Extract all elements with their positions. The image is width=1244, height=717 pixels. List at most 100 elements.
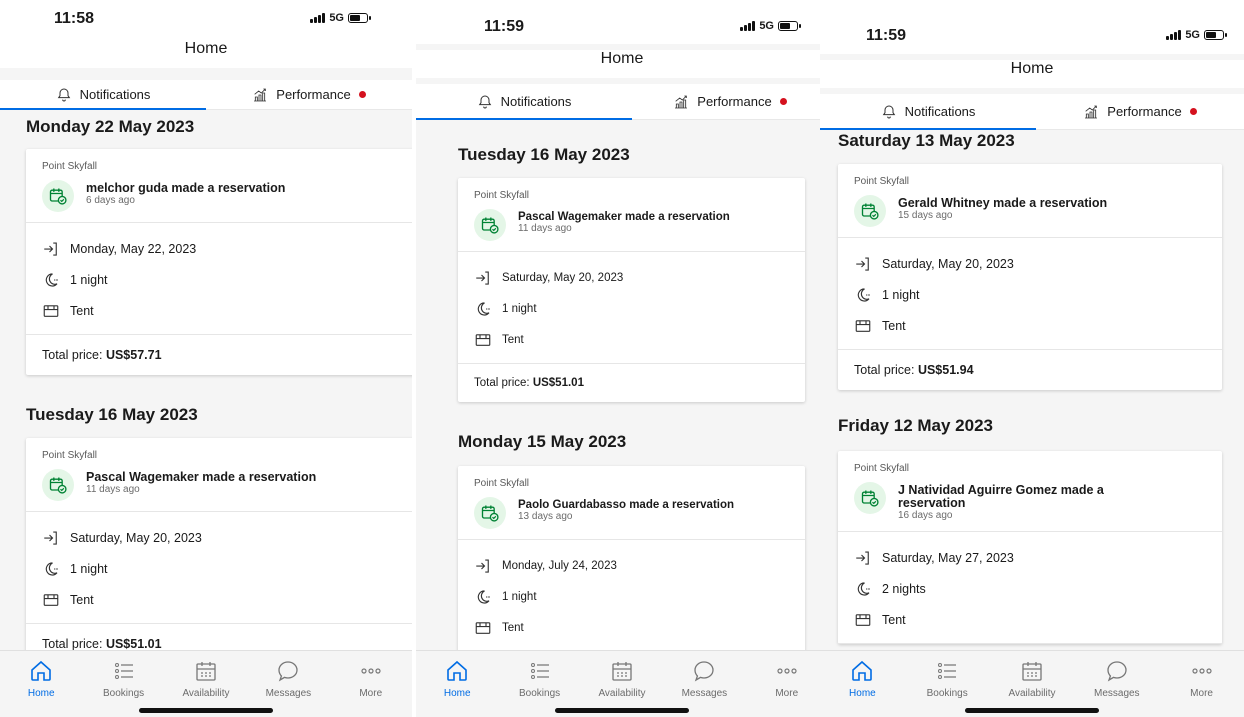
room-type: Tent bbox=[70, 303, 94, 318]
status-time: 11:59 bbox=[484, 18, 525, 35]
network-label: 5G bbox=[329, 12, 344, 24]
check-in-date: Saturday, May 20, 2023 bbox=[502, 271, 624, 284]
date-heading: Friday 12 May 2023 bbox=[838, 416, 993, 435]
reservation-time-ago: 13 days ago bbox=[518, 511, 573, 523]
home-indicator[interactable] bbox=[965, 708, 1099, 713]
tab-performance[interactable]: Performance bbox=[206, 80, 412, 109]
home-indicator[interactable] bbox=[555, 708, 689, 713]
page-title: Home bbox=[416, 50, 828, 78]
nav-bookings[interactable]: Bookings bbox=[912, 659, 982, 699]
nav-availability[interactable]: Availability bbox=[587, 659, 657, 699]
reservation-time-ago: 16 days ago bbox=[898, 510, 953, 522]
night-icon bbox=[854, 286, 872, 304]
reservation-title: melchor guda made a reservation bbox=[86, 181, 286, 195]
property-name: Point Skyfall bbox=[854, 463, 910, 474]
reservation-title: Pascal Wagemaker made a reservation bbox=[86, 470, 317, 484]
nav-label: Messages bbox=[681, 688, 728, 699]
check-in-date: Saturday, May 20, 2023 bbox=[882, 256, 1014, 271]
nav-label: More bbox=[775, 688, 799, 699]
tab-notifications[interactable]: Notifications bbox=[416, 84, 632, 120]
check-in-icon bbox=[474, 557, 492, 575]
notifications-feed[interactable]: Saturday 13 May 2023 Point Skyfall Geral… bbox=[820, 131, 1244, 650]
nav-more[interactable]: More bbox=[752, 659, 822, 699]
total-price-label: Total price: bbox=[854, 363, 915, 377]
reservation-icon bbox=[854, 195, 886, 227]
nav-home[interactable]: Home bbox=[827, 659, 897, 699]
page-title: Home bbox=[0, 40, 412, 68]
network-label: 5G bbox=[1185, 29, 1200, 41]
home-icon bbox=[445, 659, 469, 683]
room-type: Tent bbox=[502, 333, 524, 346]
total-price: Total price: US$51.01 bbox=[458, 364, 805, 402]
list-icon bbox=[935, 659, 959, 683]
nav-label: Bookings bbox=[103, 688, 145, 699]
reservation-title: J Natividad Aguirre Gomez made a reserva… bbox=[898, 483, 1104, 511]
room-type: Tent bbox=[882, 612, 906, 627]
check-in-date: Saturday, May 20, 2023 bbox=[70, 530, 202, 545]
tab-notifications[interactable]: Notifications bbox=[820, 94, 1036, 130]
signal-icon bbox=[1166, 30, 1182, 40]
tab-notifications[interactable]: Notifications bbox=[0, 80, 206, 110]
nav-label: Messages bbox=[1093, 688, 1140, 699]
property-name: Point Skyfall bbox=[42, 450, 98, 461]
nav-label: Home bbox=[27, 688, 55, 699]
nav-label: Bookings bbox=[926, 688, 968, 699]
list-icon bbox=[528, 659, 552, 683]
page-title: Home bbox=[820, 60, 1244, 88]
performance-chart-icon bbox=[252, 87, 268, 103]
nav-label: Home bbox=[443, 688, 471, 699]
status-bar: 11:58 5G bbox=[0, 0, 412, 40]
phone-screen-2: 11:59 5G Home Notifications Performance … bbox=[416, 0, 828, 717]
tab-performance[interactable]: Performance bbox=[632, 84, 828, 119]
room-icon bbox=[42, 591, 60, 609]
chat-icon bbox=[692, 659, 716, 683]
battery-icon bbox=[348, 13, 371, 23]
nav-messages[interactable]: Messages bbox=[253, 659, 323, 699]
room-icon bbox=[474, 619, 492, 637]
nav-label: Availability bbox=[1008, 688, 1056, 699]
notifications-feed[interactable]: Monday 22 May 2023 Point Skyfall melchor… bbox=[0, 111, 412, 650]
nav-label: Messages bbox=[265, 688, 312, 699]
room-icon bbox=[474, 331, 492, 349]
chat-icon bbox=[276, 659, 300, 683]
nav-home[interactable]: Home bbox=[422, 659, 492, 699]
reservation-time-ago: 6 days ago bbox=[86, 195, 135, 207]
room-icon bbox=[42, 302, 60, 320]
nav-messages[interactable]: Messages bbox=[669, 659, 739, 699]
bottom-nav: Home Bookings Availability Messages More bbox=[0, 650, 412, 717]
home-icon bbox=[850, 659, 874, 683]
reservation-card[interactable]: Point Skyfall Pascal Wagemaker made a re… bbox=[26, 438, 412, 650]
notifications-feed[interactable]: Tuesday 16 May 2023 Point Skyfall Pascal… bbox=[416, 121, 828, 650]
night-count: 1 night bbox=[882, 287, 920, 302]
reservation-card[interactable]: Point Skyfall Paolo Guardabasso made a r… bbox=[458, 466, 805, 650]
night-count: 1 night bbox=[70, 561, 108, 576]
reservation-card[interactable]: Point Skyfall J Natividad Aguirre Gomez … bbox=[838, 451, 1222, 645]
home-icon bbox=[29, 659, 53, 683]
nav-label: Bookings bbox=[519, 688, 561, 699]
nav-bookings[interactable]: Bookings bbox=[89, 659, 159, 699]
reservation-card[interactable]: Point Skyfall Gerald Whitney made a rese… bbox=[838, 164, 1222, 390]
nav-more[interactable]: More bbox=[1167, 659, 1237, 699]
reservation-icon bbox=[854, 482, 886, 514]
calendar-icon bbox=[194, 659, 218, 683]
phone-screen-1: 11:58 5G Home Notifications Performance … bbox=[0, 0, 412, 717]
reservation-card[interactable]: Point Skyfall melchor guda made a reserv… bbox=[26, 149, 412, 375]
tab-performance[interactable]: Performance bbox=[1036, 94, 1244, 129]
tab-label: Performance bbox=[697, 94, 772, 109]
reservation-title: Pascal Wagemaker made a reservation bbox=[518, 211, 730, 223]
nav-home[interactable]: Home bbox=[6, 659, 76, 699]
night-icon bbox=[42, 271, 60, 289]
nav-messages[interactable]: Messages bbox=[1082, 659, 1152, 699]
status-bar: 11:59 5G bbox=[820, 0, 1244, 54]
home-indicator[interactable] bbox=[139, 708, 273, 713]
tab-label: Performance bbox=[276, 87, 351, 102]
bell-icon bbox=[477, 94, 493, 110]
nav-availability[interactable]: Availability bbox=[997, 659, 1067, 699]
nav-availability[interactable]: Availability bbox=[171, 659, 241, 699]
nav-bookings[interactable]: Bookings bbox=[505, 659, 575, 699]
reservation-card[interactable]: Point Skyfall Pascal Wagemaker made a re… bbox=[458, 178, 805, 402]
property-name: Point Skyfall bbox=[474, 478, 530, 489]
more-icon bbox=[775, 659, 799, 683]
nav-more[interactable]: More bbox=[336, 659, 406, 699]
reservation-time-ago: 11 days ago bbox=[518, 223, 572, 235]
